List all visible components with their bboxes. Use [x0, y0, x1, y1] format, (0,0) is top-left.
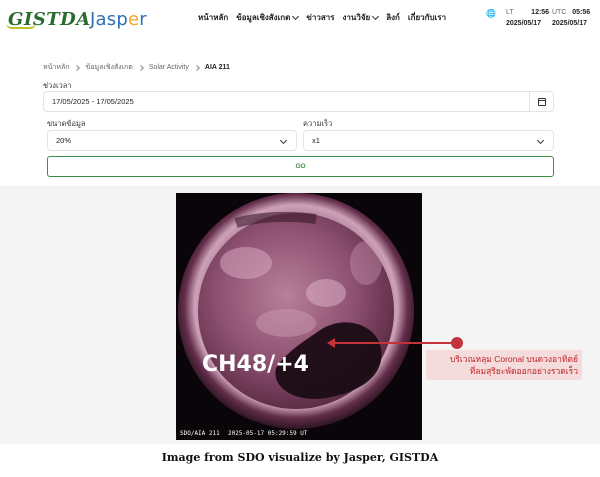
nav-label: เกี่ยวกับเรา	[407, 13, 447, 22]
period-value: 17/05/2025 - 17/05/2025	[52, 97, 134, 106]
clock-time: 12:56	[531, 9, 550, 16]
chevron-down-icon	[279, 136, 288, 145]
sun-image: CH48/+4 SDO/AIA 211 2025-05-17 05:29:59 …	[176, 193, 422, 440]
clock-date: 2025/05/17	[506, 20, 542, 27]
size-label: ขนาดข้อมูล	[47, 119, 86, 128]
annotation-arrowhead-icon	[327, 338, 335, 348]
nav-label: ลิงก์	[386, 13, 400, 22]
go-button[interactable]: GO	[47, 156, 554, 177]
clock-label: UTC	[552, 9, 567, 16]
breadcrumb: หน้าหลัก ข้อมูลเชิงสังเกต Solar Activity…	[43, 62, 230, 73]
chevron-down-icon	[536, 136, 545, 145]
annotation-pointer-line	[331, 342, 453, 344]
breadcrumb-solar-activity[interactable]: Solar Activity	[149, 64, 189, 71]
nav-home[interactable]: หน้าหลัก	[198, 11, 228, 24]
clock-date: 2025/05/17	[552, 20, 588, 27]
speed-value: x1	[312, 136, 320, 145]
nav-news[interactable]: ข่าวสาร	[306, 11, 334, 24]
chevron-right-icon	[194, 64, 200, 71]
sdo-instrument-label: SDO/AIA 211	[180, 430, 220, 437]
chevron-right-icon	[74, 64, 81, 71]
jasper-logo-accent: e	[127, 9, 140, 30]
image-caption: Image from SDO visualize by Jasper, GIST…	[161, 451, 439, 464]
jasper-logo-text: Jasp	[90, 9, 128, 30]
language-globe-icon[interactable]: 🌐	[486, 9, 496, 18]
breadcrumb-observation[interactable]: ข้อมูลเชิงสังเกต	[85, 62, 132, 73]
nav-label: งานวิจัย	[342, 13, 371, 22]
nav-label: ข่าวสาร	[306, 13, 335, 22]
speed-select[interactable]: x1	[303, 130, 554, 151]
clock-label: LT	[506, 9, 514, 16]
nav-research[interactable]: งานวิจัย	[342, 11, 380, 24]
annotation-line-2: ที่ลมสุริยะพัดออกอย่างรวดเร็ว	[469, 366, 578, 376]
utc-clock: UTC 05:56 2025/05/17	[552, 7, 590, 29]
gistda-logo[interactable]: GISTDA	[6, 9, 91, 30]
jasper-logo[interactable]: Jasper	[90, 9, 147, 30]
chevron-down-icon	[292, 12, 300, 20]
breadcrumb-home[interactable]: หน้าหลัก	[43, 62, 69, 73]
breadcrumb-current: AIA 211	[204, 64, 230, 71]
annotation-line-1: บริเวณหลุม Coronal บนดวงอาทิตย์	[449, 354, 578, 364]
sdo-timestamp-label: 2025-05-17 05:29:59 UT	[228, 430, 308, 437]
nav-about[interactable]: เกี่ยวกับเรา	[408, 11, 446, 24]
main-nav: หน้าหลัก ข้อมูลเชิงสังเกต ข่าวสาร งานวิจ…	[198, 11, 446, 24]
clock-time: 05:56	[572, 9, 591, 16]
chevron-right-icon	[137, 64, 144, 71]
coronal-hole-label: CH48/+4	[202, 352, 309, 377]
nav-links[interactable]: ลิงก์	[386, 11, 400, 24]
size-value: 20%	[56, 136, 72, 145]
size-select[interactable]: 20%	[47, 130, 297, 151]
annotation-dot-icon	[451, 337, 463, 349]
nav-label: ข้อมูลเชิงสังเกต	[236, 13, 291, 22]
sun-disk-svg: CH48/+4 SDO/AIA 211 2025-05-17 05:29:59 …	[176, 193, 422, 440]
speed-label: ความเร็ว	[303, 119, 333, 128]
nav-observation-data[interactable]: ข้อมูลเชิงสังเกต	[236, 11, 300, 24]
calendar-button[interactable]	[529, 92, 553, 111]
top-header: GISTDA Jasper หน้าหลัก ข้อมูลเชิงสังเกต …	[0, 0, 600, 40]
calendar-icon	[537, 97, 546, 106]
period-date-input[interactable]: 17/05/2025 - 17/05/2025	[43, 91, 554, 112]
jasper-logo-tail: r	[139, 9, 147, 30]
nav-label: หน้าหลัก	[198, 13, 229, 22]
gistda-logo-swoosh-icon	[6, 23, 36, 29]
local-time-clock: LT 12:56 2025/05/17	[506, 7, 549, 29]
annotation-box: บริเวณหลุม Coronal บนดวงอาทิตย์ ที่ลมสุร…	[426, 350, 582, 380]
chevron-down-icon	[372, 12, 380, 20]
